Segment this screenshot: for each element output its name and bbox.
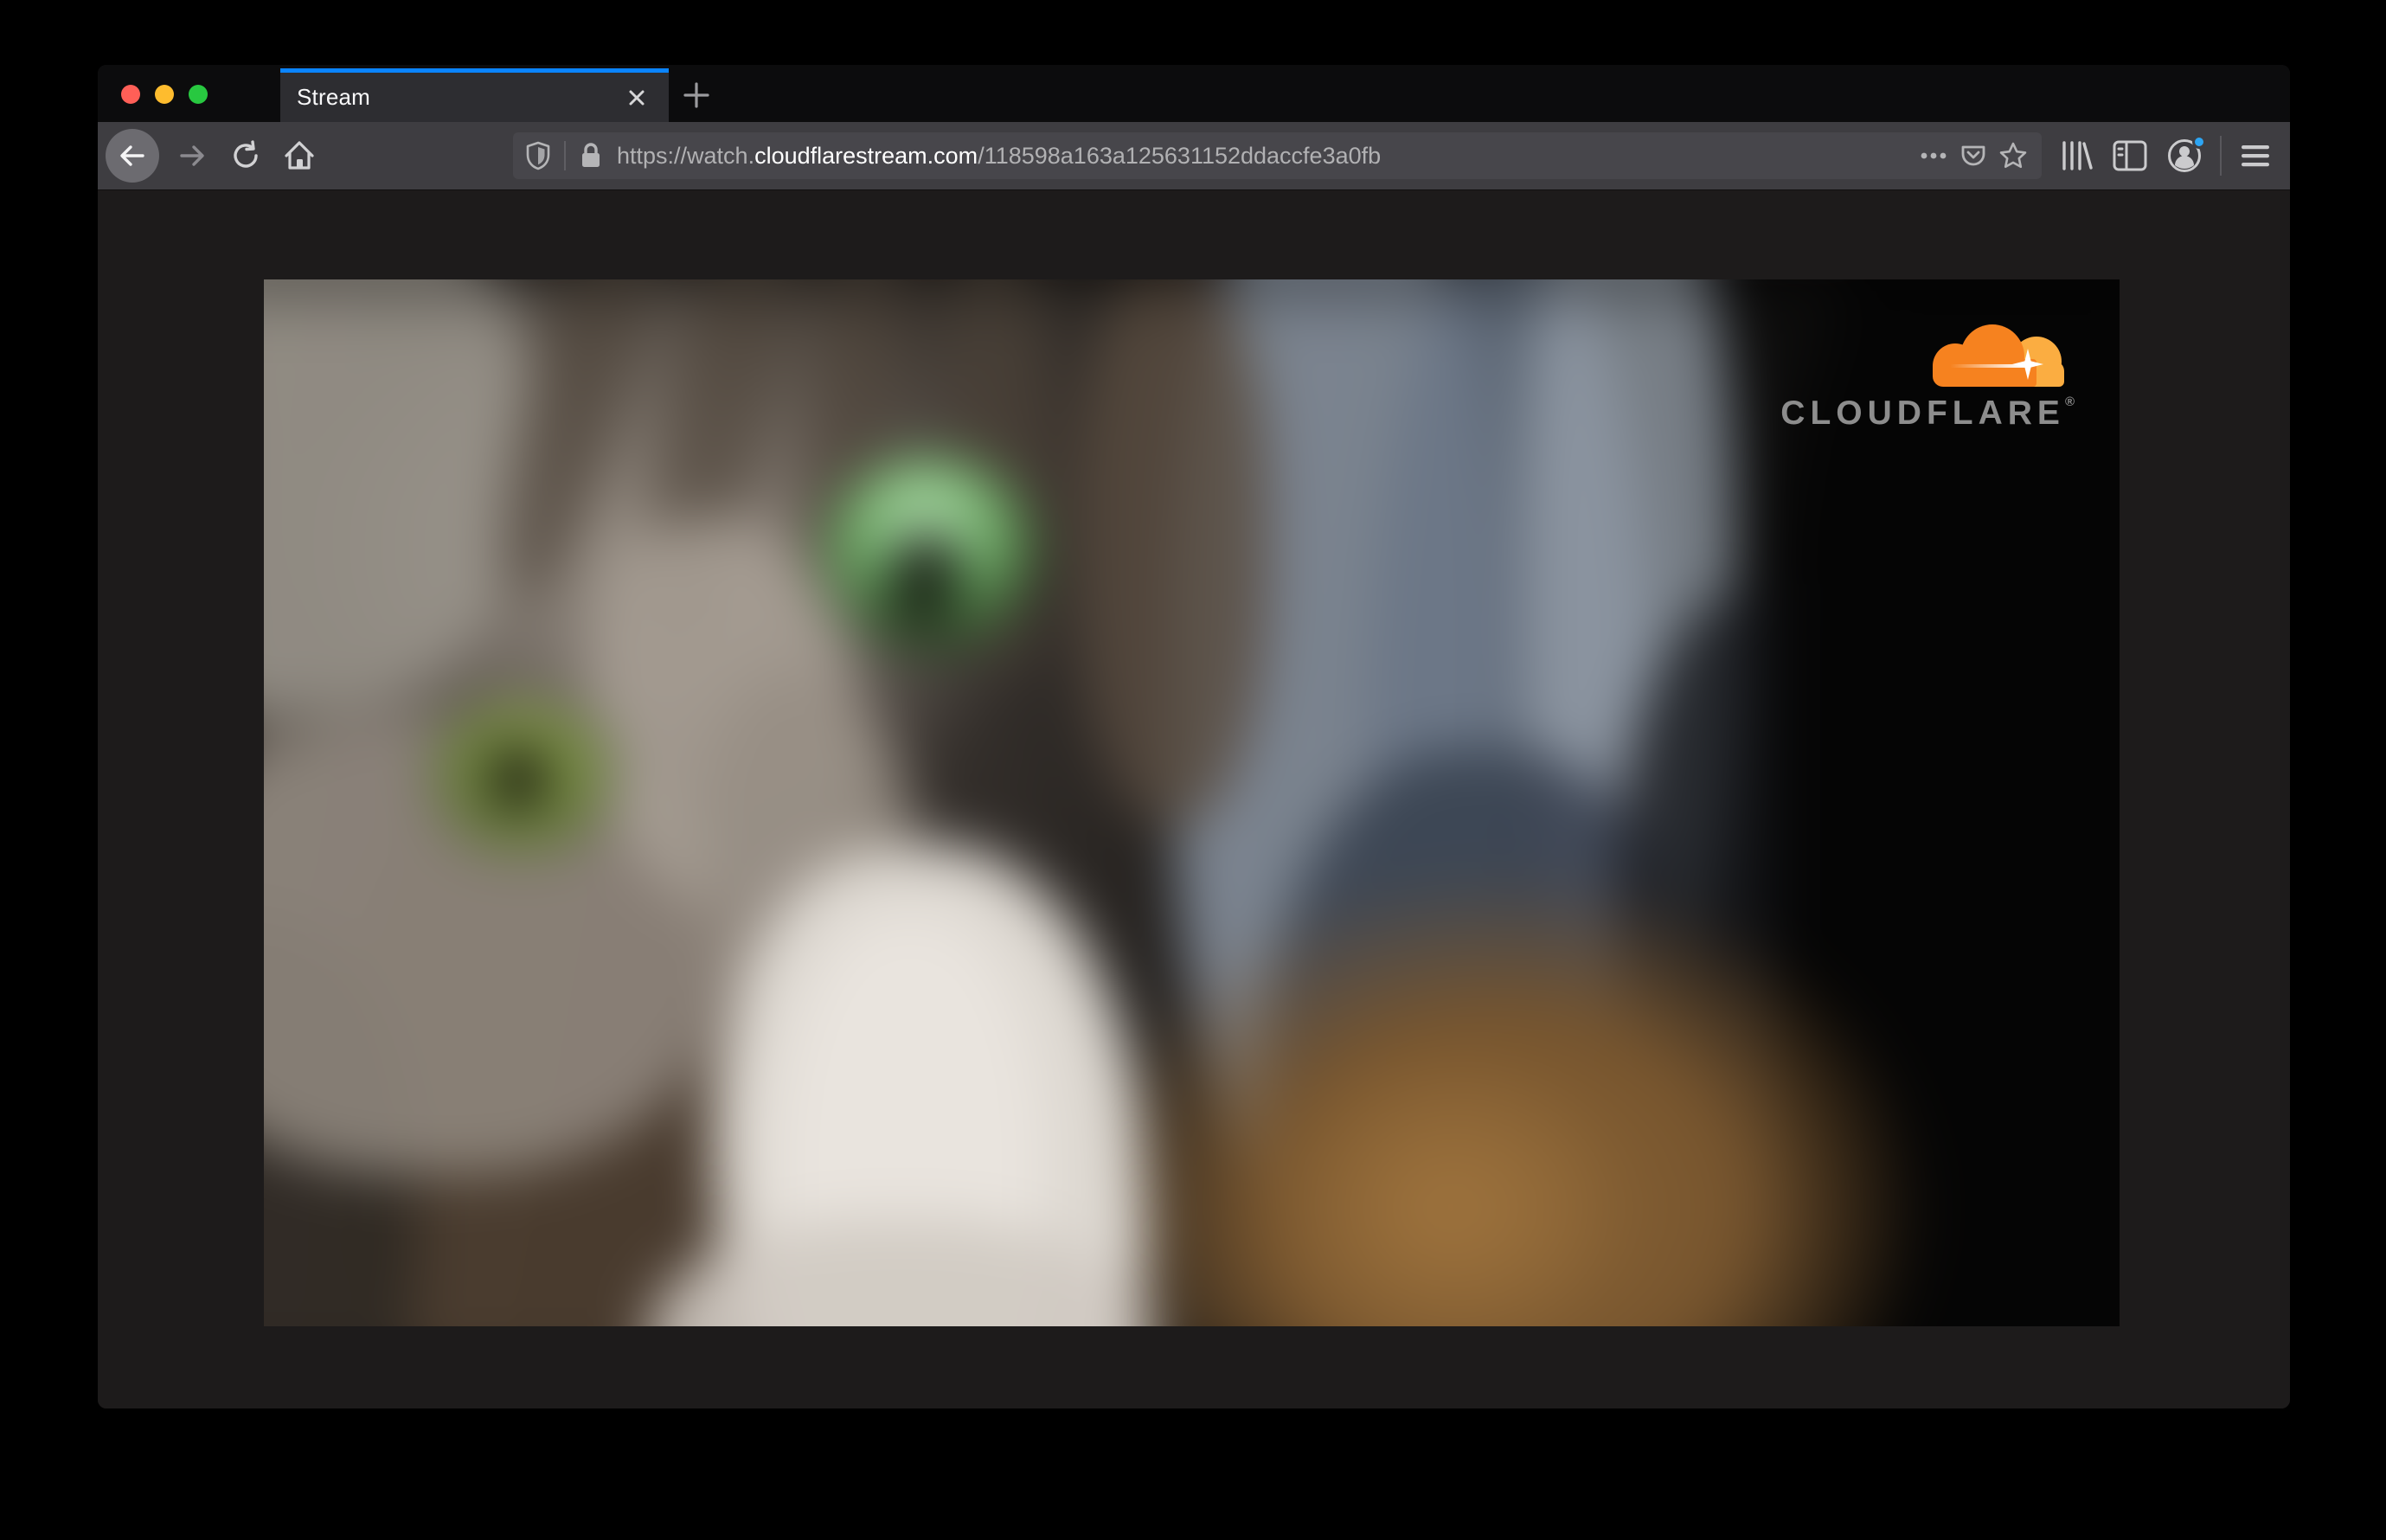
urlbar-divider — [564, 141, 566, 170]
sidebar-toggle-button[interactable] — [2109, 135, 2151, 176]
account-notification-dot — [2192, 135, 2206, 149]
back-button[interactable] — [106, 129, 159, 183]
page-actions-button[interactable] — [1914, 136, 1953, 176]
https-lock-icon[interactable] — [579, 142, 603, 170]
reload-button[interactable] — [225, 135, 266, 176]
app-menu-button[interactable] — [2235, 135, 2276, 176]
url-scheme-host: https://watch. — [617, 142, 755, 169]
url-bar[interactable]: https://watch.cloudflarestream.com/11859… — [513, 132, 2042, 179]
tab-stream[interactable]: Stream — [280, 68, 669, 122]
navigation-toolbar: https://watch.cloudflarestream.com/11859… — [98, 122, 2290, 190]
cloudflare-wordmark: CLOUDFLARE® — [1780, 395, 2075, 433]
tab-bar: Stream — [98, 65, 2290, 122]
url-domain: cloudflarestream.com — [754, 142, 978, 169]
tracking-protection-shield-icon[interactable] — [525, 141, 551, 170]
pocket-icon — [1961, 145, 1985, 166]
tab-title: Stream — [297, 84, 371, 110]
reload-icon — [234, 140, 258, 168]
home-icon — [285, 141, 314, 170]
account-button[interactable] — [2164, 135, 2206, 176]
window-close-button[interactable] — [121, 85, 140, 104]
close-icon — [629, 90, 645, 105]
new-tab-button[interactable] — [669, 68, 724, 122]
back-arrow-icon — [120, 145, 144, 166]
library-button[interactable] — [2055, 135, 2096, 176]
save-to-pocket-button[interactable] — [1953, 136, 1993, 176]
page-actions-ellipsis-icon — [1921, 152, 1947, 159]
window-zoom-button[interactable] — [189, 85, 208, 104]
url-text[interactable]: https://watch.cloudflarestream.com/11859… — [617, 143, 1381, 170]
tab-close-button[interactable] — [622, 83, 651, 112]
url-path: /118598a163a125631152ddaccfe3a0fb — [978, 142, 1382, 169]
library-icon — [2062, 141, 2093, 170]
video-player[interactable]: CLOUDFLARE® — [264, 279, 2120, 1326]
cloudflare-cloud-icon — [1929, 323, 2069, 387]
page-content: CLOUDFLARE® — [98, 190, 2290, 1408]
toolbar-separator — [2220, 136, 2222, 176]
forward-button[interactable] — [171, 135, 213, 176]
traffic-lights — [121, 85, 208, 104]
wordmark-text: CLOUDFLARE — [1780, 395, 2065, 432]
blurred-cat-video-frame — [264, 279, 2120, 1326]
browser-window: Stream https://watch.cloudflarestream.co… — [98, 65, 2290, 1408]
bookmark-star-icon — [1999, 142, 2027, 169]
cloudflare-logo: CLOUDFLARE® — [1780, 323, 2075, 433]
plus-icon — [683, 82, 709, 108]
home-button[interactable] — [279, 135, 320, 176]
trademark-mark: ® — [2064, 395, 2075, 409]
bookmark-button[interactable] — [1993, 136, 2033, 176]
forward-arrow-icon — [180, 145, 204, 166]
menu-hamburger-icon — [2242, 145, 2269, 167]
sidebar-icon — [2113, 140, 2147, 171]
window-minimize-button[interactable] — [155, 85, 174, 104]
